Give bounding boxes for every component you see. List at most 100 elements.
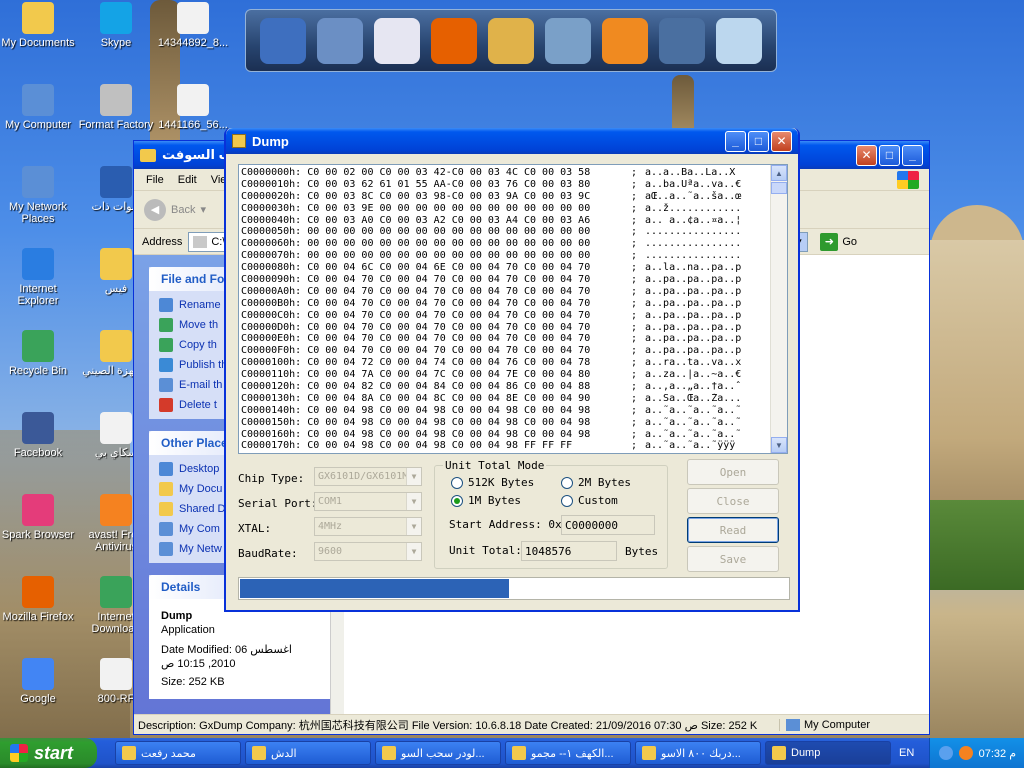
- language-indicator[interactable]: EN: [899, 747, 914, 759]
- hex-separator: ;: [631, 226, 638, 238]
- desktop-icon[interactable]: Internet Explorer: [0, 248, 76, 307]
- hex-values: C0 00 04 98 C0 00 04 98 C0 00 04 98 FF F…: [307, 440, 573, 452]
- unit-total-mode-legend: Unit Total Mode: [443, 459, 547, 472]
- hex-row: C0000010h: C0 00 03 62 61 01 55 AA-C0 00…: [241, 179, 769, 191]
- hex-values: C0 00 04 98 C0 00 04 98 C0 00 04 98 C0 0…: [307, 404, 591, 416]
- taskbar-item[interactable]: الكهف ١-- مجمو...: [505, 741, 631, 765]
- menu-edit[interactable]: Edit: [178, 174, 197, 186]
- chevron-down-icon: ▾: [200, 204, 206, 216]
- desktop-icon[interactable]: My Network Places: [0, 166, 76, 225]
- hex-separator: ;: [631, 333, 638, 345]
- hex-separator: ;: [631, 428, 638, 440]
- hex-separator: ;: [631, 214, 638, 226]
- scroll-thumb[interactable]: [771, 182, 787, 194]
- serial-port-select[interactable]: COM1 ▼: [314, 492, 422, 511]
- start-button[interactable]: start: [0, 738, 97, 768]
- desktop-icon[interactable]: 14344892_8...: [155, 2, 231, 49]
- taskbar-item[interactable]: دربك ٨٠٠ الاسو...: [635, 741, 761, 765]
- radio-512k-dot[interactable]: [451, 476, 463, 489]
- go-arrow-icon: ➜: [820, 232, 839, 251]
- go-button[interactable]: ➜ Go: [820, 232, 857, 251]
- desktop-icon[interactable]: My Documents: [0, 2, 76, 49]
- desktop-icon[interactable]: Skype: [78, 2, 154, 49]
- dump-title-bar[interactable]: Dump _ □ ✕: [226, 128, 798, 154]
- save-button[interactable]: Save: [687, 546, 779, 572]
- chevron-down-icon[interactable]: ▼: [406, 518, 421, 535]
- network-icon: [22, 166, 54, 198]
- scroll-up-button[interactable]: ▲: [771, 165, 787, 181]
- desktop-icon[interactable]: 1441166_56...: [155, 84, 231, 131]
- radio-custom-dot[interactable]: [561, 494, 573, 507]
- computer-icon[interactable]: [259, 17, 306, 64]
- chevron-down-icon[interactable]: ▼: [406, 493, 421, 510]
- ascii-values: ................: [645, 226, 742, 238]
- display-settings-icon[interactable]: [316, 17, 363, 64]
- folder-icon[interactable]: [487, 17, 534, 64]
- hex-values: 00 00 00 00 00 00 00 00 00 00 00 00 00 0…: [307, 238, 591, 250]
- read-button[interactable]: Read: [687, 517, 779, 543]
- desktop-icon[interactable]: Facebook: [0, 412, 76, 459]
- maximize-button[interactable]: □: [879, 144, 900, 166]
- open-button[interactable]: Open: [687, 459, 779, 485]
- desktop-icon[interactable]: My Computer: [0, 84, 76, 131]
- tray-app-icon[interactable]: [958, 746, 973, 760]
- xtal-select[interactable]: 4MHz ▼: [314, 517, 422, 536]
- firefox-icon[interactable]: [430, 17, 477, 64]
- hex-row: C0000030h: C0 00 03 9E 00 00 00 00 00 00…: [241, 203, 769, 215]
- tray-arrow-icon[interactable]: [938, 746, 953, 760]
- text-file-icon: [100, 412, 132, 444]
- close-button[interactable]: ✕: [771, 130, 792, 152]
- hex-bytes: C0000130h: C0 00 04 8A C0 00 04 8C C0 00…: [241, 393, 631, 405]
- chevron-down-icon[interactable]: ▼: [406, 543, 421, 560]
- hex-row: C0000070h: 00 00 00 00 00 00 00 00 00 00…: [241, 250, 769, 262]
- radio-2m[interactable]: 2M Bytes: [561, 476, 631, 489]
- hex-values: C0 00 04 70 C0 00 04 70 C0 00 04 70 C0 0…: [307, 274, 591, 286]
- desktop-icon-label: Mozilla Firefox: [2, 611, 74, 623]
- close-button[interactable]: ✕: [856, 144, 877, 166]
- desktop-icon-label: My Documents: [1, 37, 75, 49]
- scroll-down-button[interactable]: ▼: [771, 437, 787, 453]
- hex-row: C0000130h: C0 00 04 8A C0 00 04 8C C0 00…: [241, 393, 769, 405]
- media-player-icon[interactable]: [602, 17, 649, 64]
- minimize-button[interactable]: _: [902, 144, 923, 166]
- settings-gears-icon[interactable]: [659, 17, 706, 64]
- radio-custom[interactable]: Custom: [561, 494, 618, 507]
- hex-values: C0 00 03 62 61 01 55 AA-C0 00 03 76 C0 0…: [307, 178, 591, 190]
- pictures-icon[interactable]: [545, 17, 592, 64]
- unit-total-field[interactable]: 1048576: [521, 541, 617, 561]
- desktop-icon[interactable]: Recycle Bin: [0, 330, 76, 377]
- taskbar-item[interactable]: لودر سحب السو...: [375, 741, 501, 765]
- radio-1m-dot[interactable]: [451, 494, 463, 507]
- hex-viewer[interactable]: C0000000h: C0 00 02 00 C0 00 03 42-C0 00…: [238, 164, 788, 454]
- taskbar-item[interactable]: محمد رفعت: [115, 741, 241, 765]
- close-file-button[interactable]: Close: [687, 488, 779, 514]
- chip-type-select[interactable]: GX6101D/GX6101M ▼: [314, 467, 422, 486]
- taskbar-item[interactable]: Dump: [765, 741, 891, 765]
- spark-browser-icon[interactable]: [373, 17, 420, 64]
- radio-1m[interactable]: 1M Bytes: [451, 494, 521, 507]
- hex-row: C0000140h: C0 00 04 98 C0 00 04 98 C0 00…: [241, 405, 769, 417]
- hex-values: C0 00 03 A0 C0 00 03 A2 C0 00 03 A4 C0 0…: [307, 214, 591, 226]
- ascii-values: a..˜a..˜a..˜ÿÿÿ: [645, 440, 736, 452]
- radio-2m-dot[interactable]: [561, 476, 573, 489]
- desktop-icon[interactable]: Spark Browser: [0, 494, 76, 541]
- desktop-icon[interactable]: Format Factory: [78, 84, 154, 131]
- hex-separator: ;: [631, 262, 638, 274]
- desktop-icon[interactable]: Mozilla Firefox: [0, 576, 76, 623]
- baudrate-select[interactable]: 9600 ▼: [314, 542, 422, 561]
- taskbar: start محمد رفعت الدش لودر سحب السو... الكهف…: [0, 738, 1024, 768]
- start-address-field[interactable]: C0000000: [561, 515, 655, 535]
- recycle-bin-icon[interactable]: [716, 17, 763, 64]
- menu-file[interactable]: File: [146, 174, 164, 186]
- facebook-icon: [22, 412, 54, 444]
- minimize-button[interactable]: _: [725, 130, 746, 152]
- desktop-icon[interactable]: Google: [0, 658, 76, 705]
- back-button[interactable]: ◀ Back ▾: [144, 198, 206, 221]
- radio-512k[interactable]: 512K Bytes: [451, 476, 534, 489]
- chevron-down-icon[interactable]: ▼: [406, 468, 421, 485]
- maximize-button[interactable]: □: [748, 130, 769, 152]
- hex-bytes: C0000170h: C0 00 04 98 C0 00 04 98 C0 00…: [241, 440, 631, 452]
- hex-scrollbar[interactable]: ▲ ▼: [770, 165, 787, 453]
- hex-separator: ;: [631, 309, 638, 321]
- taskbar-item[interactable]: الدش: [245, 741, 371, 765]
